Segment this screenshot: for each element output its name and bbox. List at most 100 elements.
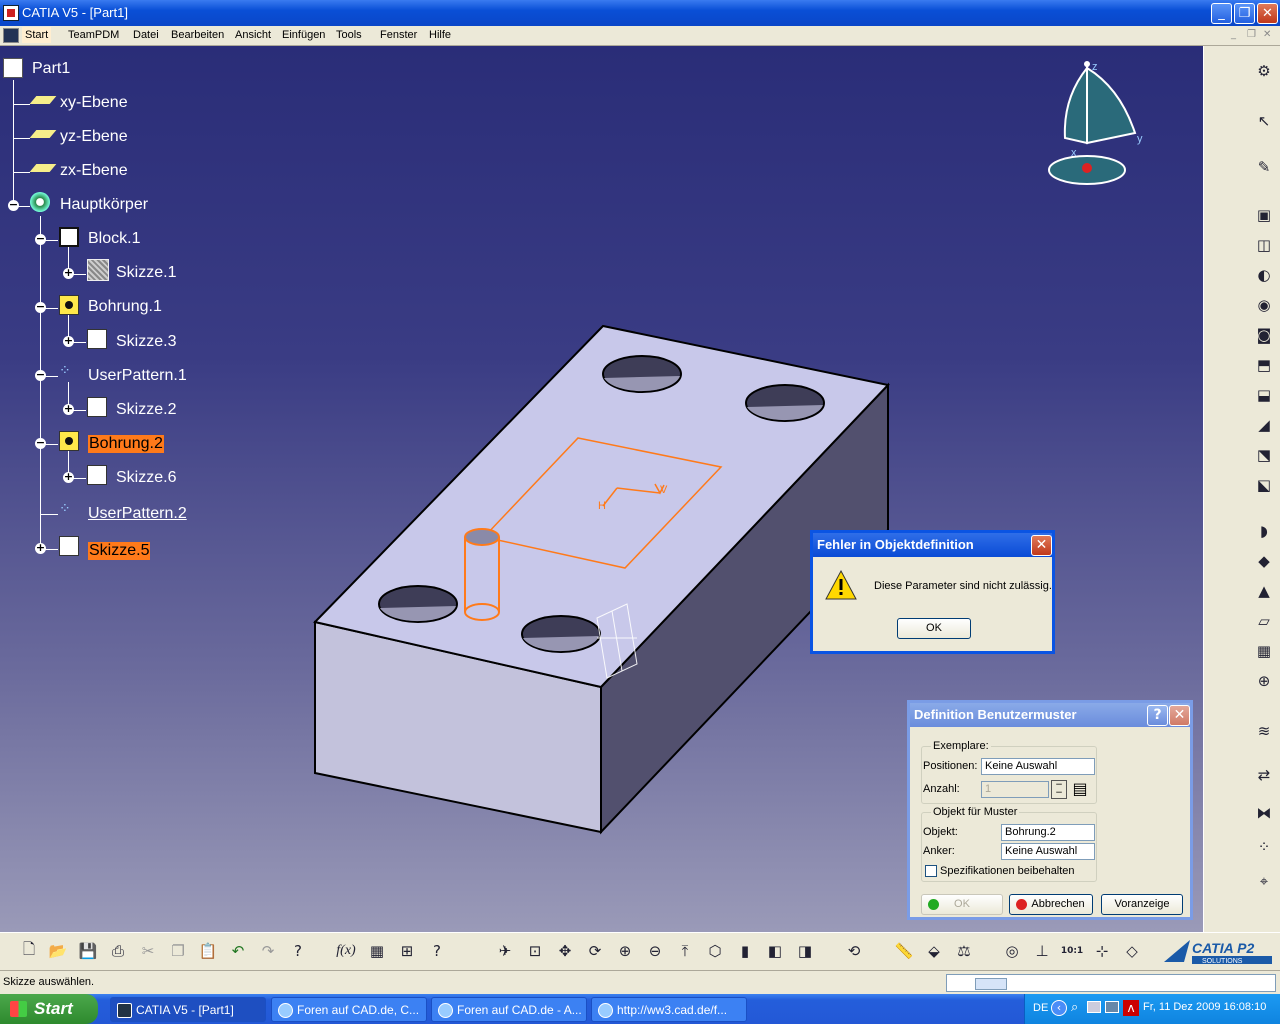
select-arrow-icon[interactable]: ↖ xyxy=(1253,110,1275,132)
measure-icon[interactable]: 📏 xyxy=(893,940,915,962)
menu-teampdm[interactable]: TeamPDM xyxy=(68,29,119,41)
surface-icon[interactable]: ≋ xyxy=(1253,720,1275,742)
tray-expand-icon[interactable]: ‹ xyxy=(1051,1000,1067,1016)
tree-node-zx-plane[interactable]: zx-Ebene xyxy=(60,162,128,180)
expand-icon[interactable]: + xyxy=(63,267,74,279)
formula-icon[interactable]: f(x) xyxy=(335,940,357,962)
part-icon[interactable] xyxy=(3,58,23,78)
power-input-field[interactable] xyxy=(946,974,1276,992)
acrobat-icon[interactable]: ᴧ xyxy=(1123,1000,1139,1016)
collapse-icon[interactable]: − xyxy=(35,437,46,449)
taskbar-item-ie-3[interactable]: http://ww3.cad.de/f... xyxy=(591,997,747,1022)
taskbar-item-ie-1[interactable]: Foren auf CAD.de, C... xyxy=(271,997,427,1022)
sketcher-icon[interactable]: ✎ xyxy=(1253,156,1275,178)
collapse-icon[interactable]: − xyxy=(35,301,46,313)
tree-node-hole-2[interactable]: Bohrung.2 xyxy=(88,435,164,453)
collapse-icon[interactable]: − xyxy=(35,233,46,245)
thread-icon[interactable]: ⊕ xyxy=(1253,670,1275,692)
tree-node-yz-plane[interactable]: yz-Ebene xyxy=(60,128,128,146)
doc-restore-button[interactable]: ❐ xyxy=(1247,29,1256,40)
thickness-icon[interactable]: ▦ xyxy=(1253,640,1275,662)
collapse-icon[interactable]: − xyxy=(35,369,46,381)
expand-icon[interactable]: + xyxy=(63,471,74,483)
fit-all-icon[interactable]: ⊡ xyxy=(524,940,546,962)
cut-icon[interactable]: ✂ xyxy=(137,940,159,962)
clock[interactable]: Fr, 11 Dez 2009 16:08:10 xyxy=(1143,1001,1266,1013)
menu-hilfe[interactable]: Hilfe xyxy=(429,29,451,41)
start-button[interactable]: Start xyxy=(0,994,98,1024)
tree-node-user-pattern-1[interactable]: UserPattern.1 xyxy=(88,367,187,385)
open-icon[interactable]: 📂 xyxy=(47,940,69,962)
tree-node-sketch-1[interactable]: Skizze.1 xyxy=(116,264,176,282)
catia-swirl-icon[interactable]: ◎ xyxy=(1001,940,1023,962)
swap-space-icon[interactable]: ◨ xyxy=(794,940,816,962)
close-button[interactable]: ✕ xyxy=(1257,3,1278,24)
monitor-icon[interactable] xyxy=(1105,1001,1119,1013)
axis-system-icon[interactable]: ⊥ xyxy=(1031,940,1053,962)
network-icon[interactable] xyxy=(1087,1001,1101,1013)
menu-ansicht[interactable]: Ansicht xyxy=(235,29,271,41)
print-icon[interactable]: ⎙ xyxy=(107,940,129,962)
help-icon[interactable]: ? xyxy=(426,940,448,962)
loft-icon[interactable]: ⬔ xyxy=(1253,444,1275,466)
measure-item-icon[interactable]: ⬙ xyxy=(923,940,945,962)
tree-node-part1[interactable]: Part1 xyxy=(32,60,70,78)
shading-icon[interactable]: ▮ xyxy=(734,940,756,962)
expand-icon[interactable]: + xyxy=(63,403,74,415)
copy-icon[interactable]: ❐ xyxy=(167,940,189,962)
minimize-button[interactable]: _ xyxy=(1211,3,1232,24)
pan-icon[interactable]: ✥ xyxy=(554,940,576,962)
redo-icon[interactable]: ↷ xyxy=(257,940,279,962)
object-field[interactable]: Bohrung.2 xyxy=(1001,824,1095,841)
rotate-icon[interactable]: ⟳ xyxy=(584,940,606,962)
hole-tool-icon[interactable]: ◙ xyxy=(1253,324,1275,346)
zoom-in-icon[interactable]: ⊕ xyxy=(614,940,636,962)
tree-node-hole-1[interactable]: Bohrung.1 xyxy=(88,298,162,316)
translate-icon[interactable]: ⇄ xyxy=(1253,764,1275,786)
menu-start[interactable]: Start xyxy=(22,27,52,43)
error-dialog-close-button[interactable]: ✕ xyxy=(1031,535,1052,556)
tree-node-xy-plane[interactable]: xy-Ebene xyxy=(60,94,128,112)
knowledge-icon[interactable]: ⊞ xyxy=(396,940,418,962)
error-ok-button[interactable]: OK xyxy=(897,618,971,639)
count-spinner[interactable]: − − xyxy=(1051,780,1067,799)
pattern-dialog-help-button[interactable]: ? xyxy=(1147,705,1168,726)
expand-icon[interactable]: + xyxy=(63,335,74,347)
undo-icon[interactable]: ↶ xyxy=(227,940,249,962)
pocket-icon[interactable]: ◫ xyxy=(1253,234,1275,256)
remove-loft-icon[interactable]: ⬕ xyxy=(1253,474,1275,496)
pattern-dialog-titlebar[interactable]: Definition Benutzermuster ? ✕ xyxy=(910,703,1190,727)
maximize-button[interactable]: ❐ xyxy=(1234,3,1255,24)
update-icon[interactable]: ⟲ xyxy=(843,940,865,962)
count-field[interactable]: 1 xyxy=(981,781,1049,798)
scale-ratio-icon[interactable]: 10:1 xyxy=(1061,940,1083,962)
menu-tools[interactable]: Tools xyxy=(336,29,362,41)
doc-minimize-button[interactable]: _ xyxy=(1231,29,1236,40)
pattern-preview-button[interactable]: Voranzeige xyxy=(1101,894,1183,915)
expand-icon[interactable]: + xyxy=(35,542,46,554)
zoom-out-icon[interactable]: ⊖ xyxy=(644,940,666,962)
pattern-cancel-button[interactable]: Abbrechen xyxy=(1009,894,1093,915)
tree-node-sketch-2[interactable]: Skizze.2 xyxy=(116,401,176,419)
normal-view-icon[interactable]: ⤒ xyxy=(674,940,696,962)
rib-icon[interactable]: ⬒ xyxy=(1253,354,1275,376)
power-input-toggle[interactable] xyxy=(975,978,1007,990)
slot-icon[interactable]: ⬓ xyxy=(1253,384,1275,406)
pattern-icon[interactable]: ⁘ xyxy=(1253,836,1275,858)
menu-bearbeiten[interactable]: Bearbeiten xyxy=(171,29,224,41)
catia-app-icon[interactable] xyxy=(3,5,19,21)
doc-close-button[interactable]: ✕ xyxy=(1263,29,1271,40)
language-indicator[interactable]: DE xyxy=(1033,1002,1048,1014)
taskbar-item-catia[interactable]: CATIA V5 - [Part1] xyxy=(110,997,266,1022)
menu-fenster[interactable]: Fenster xyxy=(380,29,417,41)
scale-icon[interactable]: ⌖ xyxy=(1253,870,1275,892)
menu-einfuegen[interactable]: Einfügen xyxy=(282,29,325,41)
pad-icon[interactable]: ▣ xyxy=(1253,204,1275,226)
pattern-ok-button[interactable]: OK xyxy=(921,894,1003,915)
paste-icon[interactable]: 📋 xyxy=(197,940,219,962)
groove-icon[interactable]: ◉ xyxy=(1253,294,1275,316)
search-icon[interactable]: ⌕ xyxy=(1071,1000,1078,1015)
chamfer-icon[interactable]: ◆ xyxy=(1253,550,1275,572)
menu-datei[interactable]: Datei xyxy=(133,29,159,41)
taskbar-item-ie-2[interactable]: Foren auf CAD.de - A... xyxy=(431,997,587,1022)
